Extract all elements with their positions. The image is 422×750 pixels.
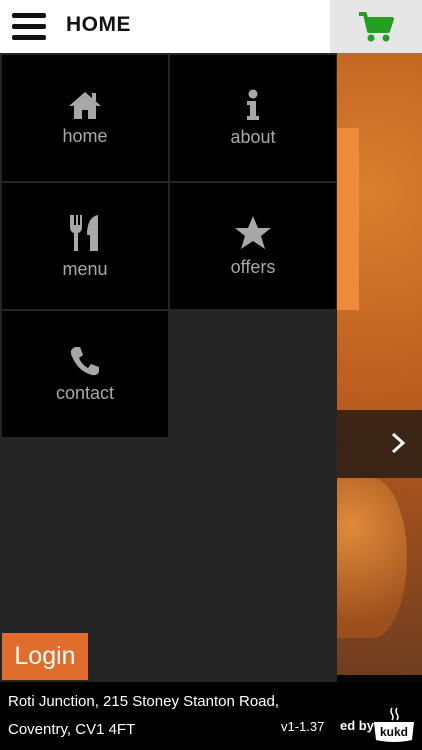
- tile-home[interactable]: home: [2, 55, 168, 181]
- tile-about[interactable]: about: [170, 55, 336, 181]
- slider-band: [337, 410, 422, 478]
- tile-label: offers: [230, 256, 276, 277]
- tile-menu[interactable]: menu: [2, 183, 168, 309]
- chevron-right-icon[interactable]: [388, 430, 408, 456]
- login-button[interactable]: Login: [2, 633, 88, 680]
- info-icon: [247, 89, 259, 120]
- page-title: HOME: [66, 13, 131, 36]
- phone-icon: [70, 346, 99, 375]
- cart-icon: [359, 11, 394, 41]
- home-icon: [69, 91, 101, 119]
- tile-label: about: [230, 126, 276, 147]
- address-line-2: Coventry, CV1 4FT: [8, 721, 136, 738]
- tile-label: home: [62, 125, 108, 146]
- hamburger-menu-icon[interactable]: [12, 13, 46, 41]
- kukd-logo[interactable]: kukd: [370, 706, 418, 744]
- tile-label: menu: [62, 258, 108, 279]
- background-food-image: [337, 53, 422, 750]
- restaurant-address: Roti Junction, 215 Stoney Stanton Road, …: [8, 688, 308, 744]
- tile-offers[interactable]: offers: [170, 183, 336, 309]
- tile-label: contact: [55, 382, 115, 403]
- soup-bowl: [337, 478, 407, 638]
- fork-knife-icon: [70, 214, 98, 251]
- powered-by-text: ed by: [340, 718, 374, 733]
- address-line-1: Roti Junction, 215 Stoney Stanton Road,: [8, 693, 280, 710]
- star-icon: [235, 215, 271, 249]
- cart-button[interactable]: [330, 0, 422, 53]
- brand-text: kukd: [380, 725, 408, 739]
- tile-contact[interactable]: contact: [2, 311, 168, 437]
- top-bar: HOME: [0, 0, 422, 53]
- version-label: v1-1.37: [281, 719, 325, 734]
- orange-strip: [337, 128, 359, 310]
